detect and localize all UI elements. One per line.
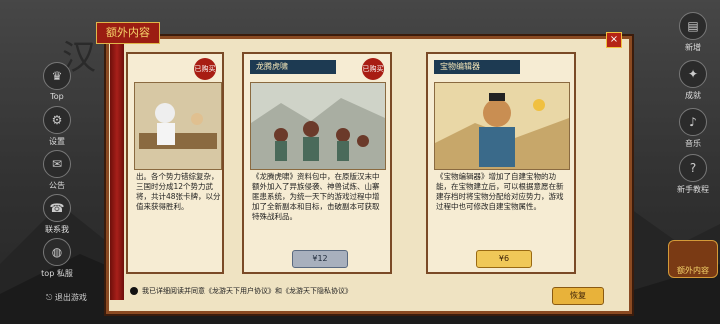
card-description: 出。各个势力错综复杂，三国时分成12个势力武将，共计48张卡牌，以分值来获得胜利… [136, 172, 221, 211]
exit-button[interactable]: ⎋ 退出游戏 [46, 292, 87, 303]
curtain-decoration [110, 40, 124, 300]
chat-icon: ☎ [43, 194, 71, 222]
medal-icon: ✦ [679, 60, 707, 88]
agreement-row[interactable]: 我已详细阅读并同意《龙游天下用户协议》和《龙游天下隐私协议》 [130, 286, 352, 296]
trophy-icon: ♛ [43, 62, 71, 90]
notice-icon: ✉ [43, 150, 71, 178]
card-artwork [250, 82, 386, 170]
globe-icon: ◍ [43, 238, 71, 266]
card-artwork [434, 82, 570, 170]
content-card-treasure-editor[interactable]: 宝物编辑器 《宝物编辑器》增加了自建宝物的功能，在宝物建立后，可以根据意愿在新建… [426, 52, 576, 274]
news-button[interactable]: ▤ 新增 [676, 12, 710, 53]
private-server-button[interactable]: ◍ top 私服 [36, 238, 78, 279]
purchased-seal: 已购买 [362, 58, 384, 80]
book-icon: ▤ [679, 12, 707, 40]
settings-button[interactable]: ⚙ 设置 [40, 106, 74, 147]
guide-icon: ? [679, 154, 707, 182]
restore-button[interactable]: 恢复 [552, 287, 604, 305]
price-button[interactable]: ¥6 [476, 250, 532, 268]
tutorial-button[interactable]: ? 新手教程 [672, 154, 714, 195]
achievement-button[interactable]: ✦ 成就 [676, 60, 710, 101]
content-card-longteng[interactable]: 龙腾虎啸 已购买 《龙腾虎啸》资料包中，在原版汉末中额外加入了异族侵袭、神兽试炼… [242, 52, 392, 274]
content-card[interactable]: 已购买 出。各个势力错综复杂，三国时分成12个势力武将，共计48张卡牌，以分值来… [126, 52, 224, 274]
card-description: 《宝物编辑器》增加了自建宝物的功能，在宝物建立后，可以根据意愿在新建存档时将宝物… [436, 172, 564, 211]
music-button[interactable]: ♪ 音乐 [676, 108, 710, 149]
gear-icon: ⚙ [43, 106, 71, 134]
card-description: 《龙腾虎啸》资料包中，在原版汉末中额外加入了异族侵袭、神兽试炼、山寨匪患系统，为… [252, 172, 380, 221]
panel-title: 额外内容 [96, 22, 160, 44]
contact-button[interactable]: ☎ 联系我 [40, 194, 74, 235]
card-title: 龙腾虎啸 [250, 60, 336, 74]
card-artwork [134, 82, 222, 170]
notice-button[interactable]: ✉ 公告 [40, 150, 74, 191]
top-button[interactable]: ♛ Top [40, 62, 74, 101]
purchased-seal: 已购买 [194, 58, 216, 80]
card-title: 宝物编辑器 [434, 60, 520, 74]
exit-icon: ⎋ [46, 293, 55, 302]
note-icon: ♪ [679, 108, 707, 136]
close-button[interactable]: × [606, 32, 622, 48]
agree-radio[interactable] [130, 287, 138, 295]
extra-content-badge[interactable]: 额外内容 [668, 240, 718, 278]
price-button[interactable]: ¥12 [292, 250, 348, 268]
